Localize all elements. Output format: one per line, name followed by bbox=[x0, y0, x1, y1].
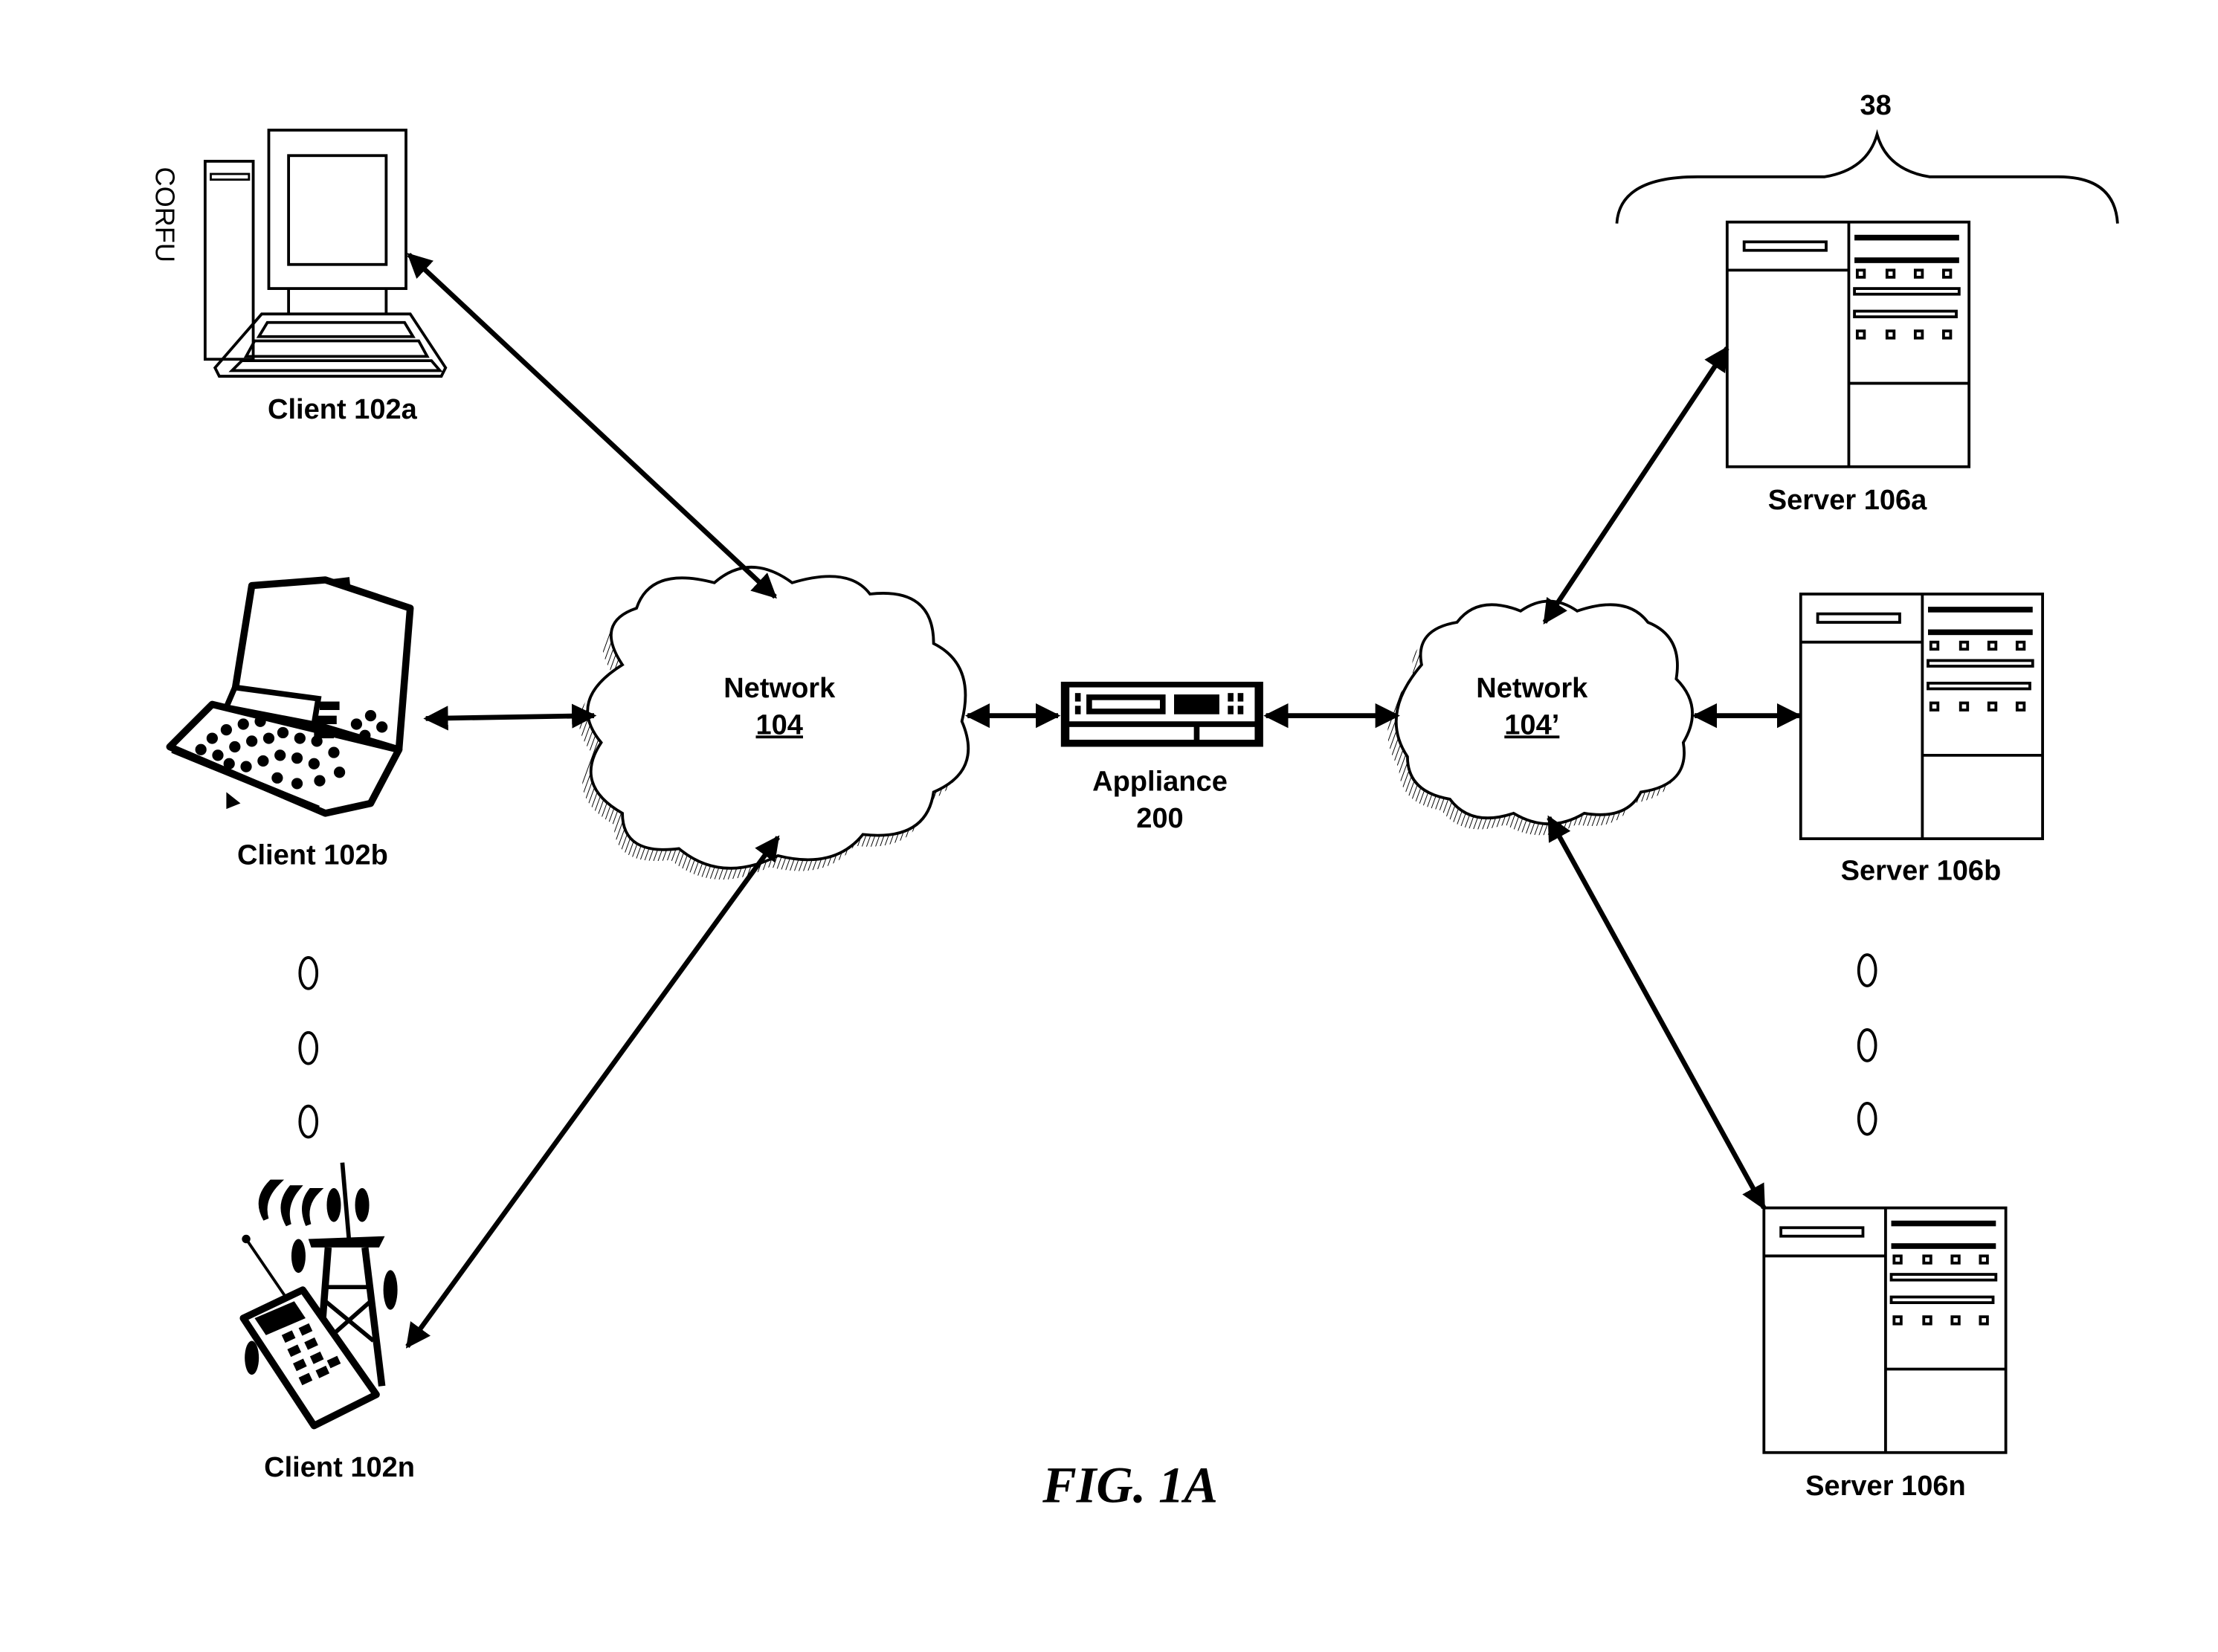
server-106a-icon bbox=[1725, 220, 1971, 468]
link-client-102n-network-104 bbox=[405, 835, 781, 1349]
client-102a-label: Client 102a bbox=[268, 394, 418, 425]
server-106n-icon bbox=[1762, 1206, 2008, 1454]
server-106b-label: Server 106b bbox=[1841, 855, 2002, 886]
figure-caption: FIG. 1A bbox=[1042, 1456, 1218, 1513]
appliance-200-icon bbox=[1060, 681, 1263, 747]
network-diagram: CORFU Client 102a Client 102b Client 102… bbox=[149, 90, 2119, 1513]
server-106a-label: Server 106a bbox=[1768, 485, 1927, 516]
network-104-name: Network bbox=[723, 673, 836, 704]
client-ellipsis bbox=[298, 956, 319, 1139]
server-group-brace bbox=[1615, 129, 2119, 224]
link-client-102b-network-104 bbox=[423, 703, 597, 731]
appliance-ref: 200 bbox=[1136, 803, 1183, 834]
server-106n-label: Server 106n bbox=[1805, 1471, 1966, 1502]
network-104-prime-name: Network bbox=[1476, 673, 1588, 704]
client-102n-mobile-icon bbox=[239, 1162, 398, 1430]
client-102b-label: Client 102b bbox=[237, 839, 388, 871]
server-ellipsis bbox=[1857, 953, 1877, 1136]
server-group-label: 38 bbox=[1860, 90, 1891, 121]
client-102a-desktop-icon bbox=[203, 129, 448, 378]
link-client-102a-network-104 bbox=[407, 252, 777, 599]
network-104-ref: 104 bbox=[756, 709, 803, 741]
appliance-name: Appliance bbox=[1092, 766, 1228, 797]
network-104-prime-ref: 104’ bbox=[1504, 709, 1559, 741]
client-102b-laptop-icon bbox=[166, 576, 414, 817]
corfu-brand-text: CORFU bbox=[149, 167, 180, 262]
link-network-104-prime-server-106a bbox=[1542, 346, 1729, 625]
client-102n-label: Client 102n bbox=[264, 1452, 415, 1483]
link-network-104-prime-server-106n bbox=[1547, 815, 1767, 1210]
server-106b-icon bbox=[1799, 593, 2044, 841]
